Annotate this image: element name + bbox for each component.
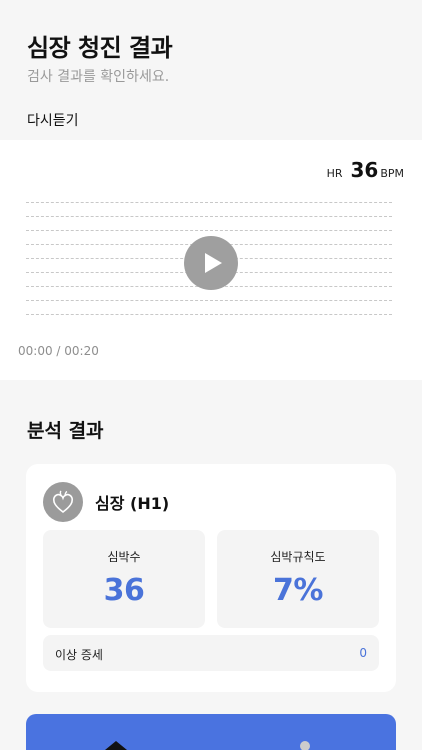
regularity-label: 심박규칙도 <box>270 550 326 564</box>
heart-rate-stat: 심박수 36 <box>43 530 205 628</box>
grid-line <box>26 216 392 217</box>
page-title: 심장 청진 결과 <box>27 34 173 62</box>
grid-line <box>26 300 392 301</box>
play-icon <box>205 253 222 273</box>
heart-rate-value: 36 <box>103 573 145 608</box>
playback-time: 00:00 / 00:20 <box>18 344 99 358</box>
hr-label: HR <box>326 167 343 180</box>
profile-icon[interactable] <box>299 740 311 750</box>
analysis-card: 심장 (H1) 심박수 36 심박규칙도 7% 이상 증세 0 <box>26 464 396 692</box>
relisten-button[interactable]: 다시듣기 <box>27 110 79 130</box>
regularity-value: 7% <box>273 573 323 608</box>
home-icon[interactable] <box>104 740 128 750</box>
anomaly-label: 이상 증세 <box>55 648 103 662</box>
audio-player: HR 36 BPM 00:00 / 00:20 <box>0 140 422 380</box>
grid-line <box>26 314 392 315</box>
heart-icon <box>43 482 83 522</box>
anomaly-row[interactable]: 이상 증세 0 <box>43 635 379 671</box>
hr-value: 36 <box>350 158 379 182</box>
analysis-title: 분석 결과 <box>27 420 104 442</box>
primary-action-button[interactable] <box>26 714 396 750</box>
regularity-stat: 심박규칙도 7% <box>217 530 379 628</box>
grid-line <box>26 202 392 203</box>
header: 심장 청진 결과 검사 결과를 확인하세요. 다시듣기 <box>0 0 422 140</box>
play-button[interactable] <box>184 236 238 290</box>
page-subtitle: 검사 결과를 확인하세요. <box>27 69 170 85</box>
organ-label: 심장 (H1) <box>95 494 170 513</box>
organ-header: 심장 (H1) <box>43 482 169 522</box>
anomaly-count: 0 <box>359 646 367 660</box>
hr-unit: BPM <box>380 167 404 180</box>
heart-rate-readout: HR 36 BPM <box>327 158 404 182</box>
grid-line <box>26 230 392 231</box>
heart-rate-label: 심박수 <box>107 550 141 564</box>
